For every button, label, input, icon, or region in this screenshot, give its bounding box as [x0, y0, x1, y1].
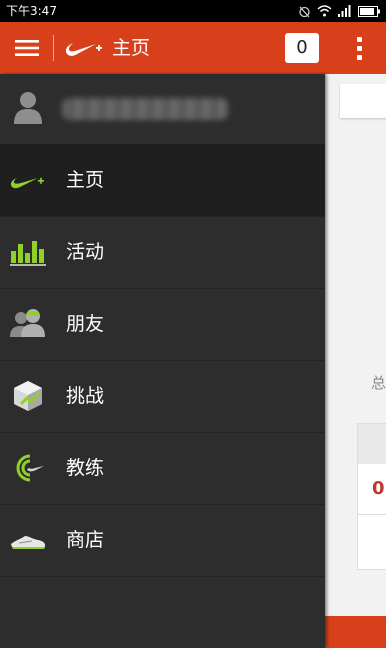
drawer-item-coach[interactable]: 教练 [0, 433, 325, 505]
wifi-icon [317, 5, 332, 17]
navigation-drawer: 主页 活动 朋友 挑战 教练 商店 [0, 74, 325, 648]
app-screen: 下午3:47 主页 0 总 0 主页 活动 朋友 挑战 教练 商店 [0, 0, 386, 648]
profile-name-redacted [62, 98, 228, 120]
app-title: 主页 [112, 37, 151, 59]
hamburger-icon [15, 40, 39, 56]
drawer-item-activity[interactable]: 活动 [0, 217, 325, 289]
nike-swoosh-icon [10, 177, 44, 189]
overflow-dot-icon [357, 37, 362, 42]
main-top-card[interactable] [340, 84, 386, 118]
drawer-item-label: 挑战 [66, 385, 105, 407]
appbar-divider [53, 35, 54, 61]
signal-icon [338, 5, 351, 17]
overflow-menu-button[interactable] [350, 33, 370, 63]
drawer-profile[interactable] [0, 74, 325, 145]
drawer-item-label: 朋友 [66, 313, 105, 335]
drawer-item-home[interactable]: 主页 [0, 145, 325, 217]
main-summary-label: 总 [371, 374, 386, 392]
user-silhouette-icon [14, 92, 42, 124]
main-table-value: 01 [372, 478, 386, 499]
drawer-item-label: 商店 [66, 529, 105, 551]
drawer-item-challenges[interactable]: 挑战 [0, 361, 325, 433]
nike-plus-logo [65, 43, 102, 56]
main-table-divider [358, 514, 386, 515]
drawer-item-store[interactable]: 商店 [0, 505, 325, 577]
overflow-dot-icon [357, 46, 362, 51]
battery-icon [358, 5, 380, 17]
drawer-item-label: 活动 [66, 241, 105, 263]
drawer-item-friends[interactable]: 朋友 [0, 289, 325, 361]
app-bar: 主页 0 [0, 22, 386, 74]
shoe-icon [11, 536, 45, 549]
status-bar: 下午3:47 [0, 0, 386, 22]
menu-button[interactable] [10, 33, 44, 63]
main-summary-table: 01 [357, 423, 386, 570]
main-table-header [358, 424, 386, 464]
main-bottom-bar[interactable] [325, 616, 386, 648]
drawer-item-label: 主页 [66, 169, 105, 191]
coach-icon [16, 454, 44, 482]
activity-bars-icon [10, 241, 46, 266]
status-time: 下午3:47 [6, 4, 57, 18]
status-icons [298, 3, 380, 19]
challenge-cube-icon [14, 381, 42, 411]
alarm-off-icon [299, 6, 310, 17]
friends-icon [10, 309, 45, 337]
overflow-dot-icon [357, 55, 362, 60]
notification-count-button[interactable]: 0 [285, 33, 319, 63]
drawer-item-label: 教练 [66, 457, 105, 479]
